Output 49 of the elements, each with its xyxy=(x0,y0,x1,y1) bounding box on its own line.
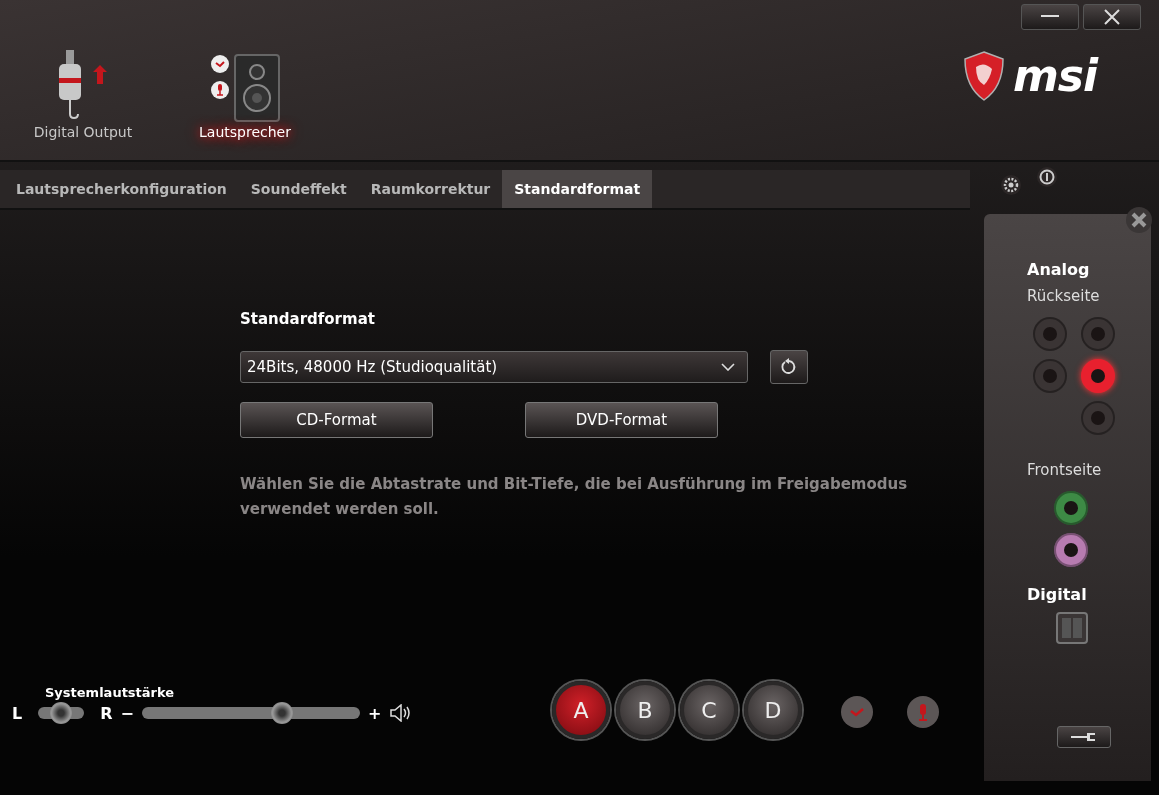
volume-label: Systemlautstärke xyxy=(45,685,176,700)
close-button[interactable] xyxy=(1083,4,1141,30)
minus-label: − xyxy=(120,703,134,723)
check-icon[interactable] xyxy=(840,695,874,729)
front-label: Frontseite xyxy=(1027,461,1102,479)
plus-label: + xyxy=(367,703,382,723)
right-label: R xyxy=(100,703,113,723)
profile-button[interactable]: D xyxy=(744,681,802,739)
audio-jack[interactable] xyxy=(1054,533,1088,567)
format-button[interactable]: CD-Format xyxy=(240,402,433,438)
minimize-button[interactable] xyxy=(1021,4,1079,30)
shield-icon xyxy=(962,50,1005,101)
device-item[interactable]: Lautsprecher xyxy=(184,36,306,160)
reset-button[interactable] xyxy=(770,350,808,384)
slider-thumb[interactable] xyxy=(271,702,294,724)
analog-heading: Analog xyxy=(1027,260,1090,279)
gear-icon[interactable] xyxy=(1000,174,1022,196)
audio-jack[interactable] xyxy=(1081,359,1115,393)
chevron-icon xyxy=(721,363,735,371)
profile-button[interactable]: C xyxy=(680,681,738,739)
left-label: L xyxy=(12,703,23,723)
slider-thumb[interactable] xyxy=(50,702,73,724)
minimize-icon xyxy=(1041,15,1059,19)
microphone-icon xyxy=(210,80,230,100)
logo-text: msi xyxy=(1012,50,1097,101)
wrench-button[interactable] xyxy=(1057,726,1111,748)
profile-button[interactable]: A xyxy=(552,681,610,739)
format-button[interactable]: DVD-Format xyxy=(525,402,718,438)
microphone-icon[interactable] xyxy=(906,695,940,729)
rear-label: Rückseite xyxy=(1027,287,1100,305)
info-icon[interactable] xyxy=(1036,166,1058,188)
tab[interactable]: Raumkorrektur xyxy=(358,170,503,208)
check-icon xyxy=(210,54,230,74)
balance-slider[interactable] xyxy=(38,702,85,724)
tab[interactable]: Lautsprecherkonfiguration xyxy=(4,170,239,208)
reset-icon xyxy=(780,358,798,376)
tab[interactable]: Soundeffekt xyxy=(238,170,359,208)
audio-jack[interactable] xyxy=(1054,491,1088,525)
digital-heading: Digital xyxy=(1027,585,1087,604)
format-dropdown[interactable]: 24Bits, 48000 Hz (Studioqualität) xyxy=(240,351,748,383)
speaker-volume-icon[interactable] xyxy=(389,704,412,722)
volume-slider[interactable] xyxy=(141,702,360,724)
description-text: Wählen Sie die Abtastrate und Bit-Tiefe, die bei Ausführung im Freigabemodus verwendet werden soll. xyxy=(240,474,909,520)
device-item[interactable]: Digital Output xyxy=(22,36,144,160)
section-heading: Standardformat xyxy=(240,310,376,328)
digital-port-icon[interactable] xyxy=(1056,612,1088,644)
profile-button[interactable]: B xyxy=(616,681,674,739)
tab[interactable]: Standardformat xyxy=(502,170,653,208)
close-icon xyxy=(1104,9,1120,25)
